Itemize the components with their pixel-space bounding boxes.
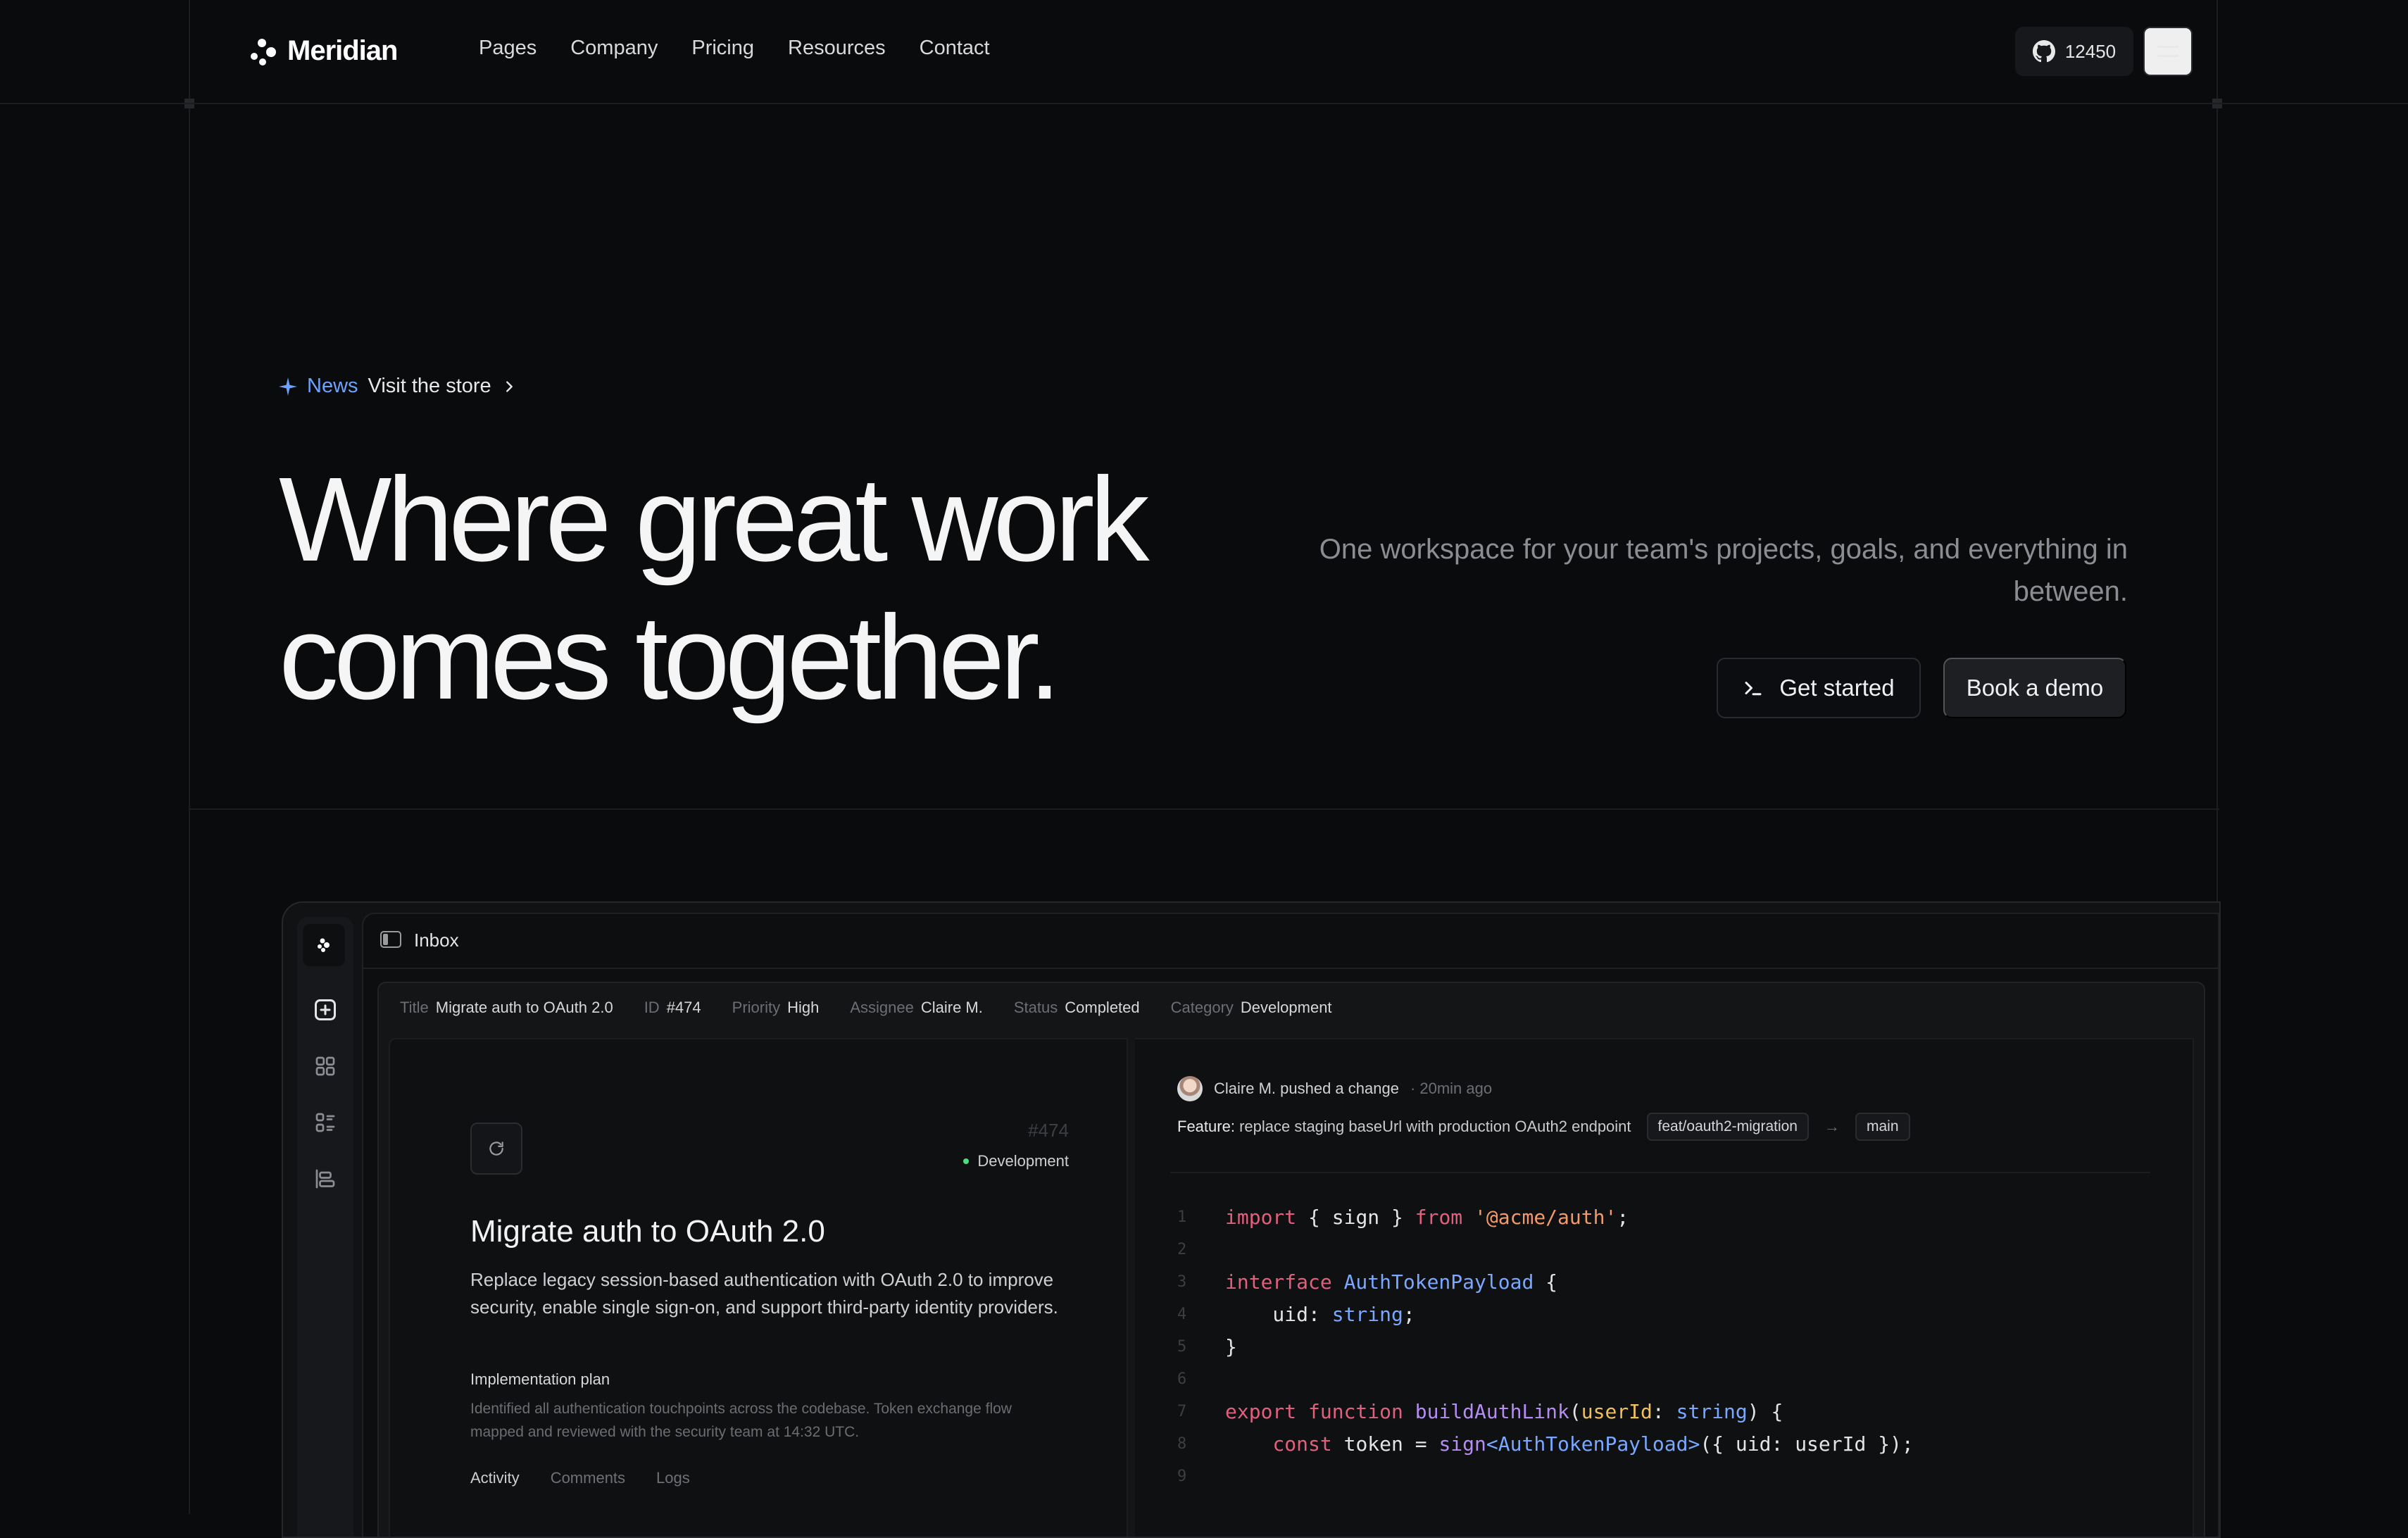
- avatar: [1177, 1076, 1203, 1101]
- issue-number: #474: [1028, 1120, 1069, 1141]
- issue-description: Replace legacy session-based authenticat…: [470, 1269, 1058, 1318]
- branch-arrow: →: [1824, 1118, 1840, 1135]
- meta-category: Category Development: [1170, 999, 1332, 1016]
- plan-text: Identified all authentication touchpoint…: [470, 1401, 1012, 1440]
- tab-activity[interactable]: Activity: [470, 1469, 520, 1487]
- code-line: 1 import { sign } from '@acme/auth';: [1177, 1206, 1629, 1229]
- nav-link-pages[interactable]: Pages: [479, 37, 537, 60]
- issue-detail-pane: #474 Development Migrate auth to OAuth 2…: [389, 1038, 1128, 1537]
- hero-headline: Where great work comes together.: [279, 451, 1265, 727]
- branch-to-badge[interactable]: main: [1855, 1113, 1910, 1141]
- github-star-count: 12450: [2064, 40, 2117, 62]
- code-diff: 1 import { sign } from '@acme/auth'; 2 3i…: [1177, 1201, 1914, 1493]
- news-tag: News: [307, 375, 358, 397]
- app-icon-rail: [297, 917, 353, 1537]
- code-line: 7 export function buildAuthLink(userId: s…: [1177, 1400, 1783, 1423]
- code-line: 3 interface AuthTokenPayload {: [1177, 1270, 1558, 1294]
- nav-link-contact[interactable]: Contact: [920, 37, 990, 60]
- plan-label: Implementation plan: [470, 1370, 610, 1388]
- meta-status: Status Completed: [1013, 999, 1140, 1016]
- nav-link-pricing[interactable]: Pricing: [691, 37, 754, 60]
- tab-comments[interactable]: Comments: [551, 1469, 625, 1487]
- get-started-label: Get started: [1779, 675, 1895, 701]
- sidebar-toggle-icon[interactable]: [380, 931, 401, 948]
- top-navigation: Meridian Pages Company Pricing Resources…: [0, 0, 2408, 104]
- frame-guide-left: [189, 0, 190, 1514]
- meta-title: Title Migrate auth to OAuth 2.0: [400, 999, 613, 1016]
- app-preview: Inbox Title Migrate auth to OAuth 2.0 ID #…: [282, 901, 2221, 1538]
- issue-category: Development: [963, 1152, 1069, 1170]
- commit-author-action: Claire M. pushed a change: [1214, 1080, 1399, 1097]
- refresh-button[interactable]: [470, 1123, 522, 1175]
- meridian-logo-icon: [318, 938, 330, 952]
- menu-icon: [2157, 55, 2178, 57]
- commit-message-row: Feature: replace staging baseUrl with pr…: [1177, 1113, 1910, 1141]
- commit-header: Claire M. pushed a change · 20min ago: [1177, 1076, 1492, 1101]
- code-line: 4 uid: string;: [1177, 1303, 1415, 1326]
- github-stars-button[interactable]: 12450: [2015, 27, 2133, 76]
- hero-headline-line1: Where great work: [279, 453, 1150, 587]
- meta-priority: Priority High: [732, 999, 820, 1016]
- divider: [1170, 1172, 2150, 1173]
- commit-pane: Claire M. pushed a change · 20min ago Fe…: [1135, 1038, 2194, 1537]
- chevron-right-icon: [506, 380, 513, 392]
- code-line: 2: [1177, 1241, 1187, 1258]
- menu-icon: [2157, 46, 2178, 48]
- get-started-button[interactable]: Get started: [1717, 658, 1921, 718]
- app-main-panel: Inbox Title Migrate auth to OAuth 2.0 ID #…: [362, 913, 2219, 1537]
- sparkle-icon: [279, 377, 297, 396]
- issue-card: Title Migrate auth to OAuth 2.0 ID #474 Pr…: [377, 982, 2205, 1537]
- code-line: 8 const token = sign<AuthTokenPayload>({…: [1177, 1432, 1914, 1456]
- terminal-icon: [1745, 682, 1762, 696]
- meridian-logo-icon: [248, 36, 279, 67]
- tab-logs[interactable]: Logs: [656, 1469, 690, 1487]
- book-demo-button[interactable]: Book a demo: [1943, 658, 2126, 718]
- news-text: Visit the store: [368, 375, 491, 397]
- brand-logo[interactable]: Meridian: [248, 35, 398, 67]
- nav-links: Pages Company Pricing Resources Contact: [479, 37, 990, 60]
- issue-title: Migrate auth to OAuth 2.0: [470, 1214, 825, 1249]
- list-icon[interactable]: [313, 1110, 338, 1135]
- commit-message: Feature: replace staging baseUrl with pr…: [1177, 1118, 1631, 1135]
- nav-link-resources[interactable]: Resources: [788, 37, 886, 60]
- align-icon[interactable]: [313, 1166, 338, 1192]
- refresh-icon: [489, 1142, 503, 1156]
- nav-link-company[interactable]: Company: [570, 37, 658, 60]
- issue-tabs: Activity Comments Logs: [470, 1469, 690, 1487]
- github-icon: [2032, 40, 2055, 63]
- inbox-title: Inbox: [414, 930, 459, 951]
- meta-assignee: Assignee Claire M.: [850, 999, 983, 1016]
- news-banner-link[interactable]: News Visit the store: [279, 375, 517, 398]
- grid-icon[interactable]: [313, 1054, 338, 1079]
- brand-name: Meridian: [287, 35, 398, 66]
- code-line: 6: [1177, 1370, 1187, 1388]
- hero-headline-line2: comes together.: [279, 591, 1062, 725]
- branch-from-badge[interactable]: feat/oauth2-migration: [1646, 1113, 1809, 1141]
- meta-id: ID #474: [644, 999, 701, 1016]
- app-topbar: Inbox: [363, 914, 2218, 969]
- issue-meta-row: Title Migrate auth to OAuth 2.0 ID #474 Pr…: [400, 999, 1332, 1017]
- frame-guide-hero-bottom: [189, 808, 2219, 810]
- hero-subtitle: One workspace for your team's projects, …: [1319, 534, 2128, 607]
- status-dot: [963, 1158, 970, 1164]
- menu-button[interactable]: [2143, 27, 2193, 76]
- code-line: 5}: [1177, 1335, 1237, 1358]
- commit-time: · 20min ago: [1410, 1080, 1493, 1097]
- code-line: 9: [1177, 1468, 1187, 1485]
- app-logo[interactable]: [303, 924, 345, 966]
- plus-square-icon[interactable]: [313, 997, 338, 1023]
